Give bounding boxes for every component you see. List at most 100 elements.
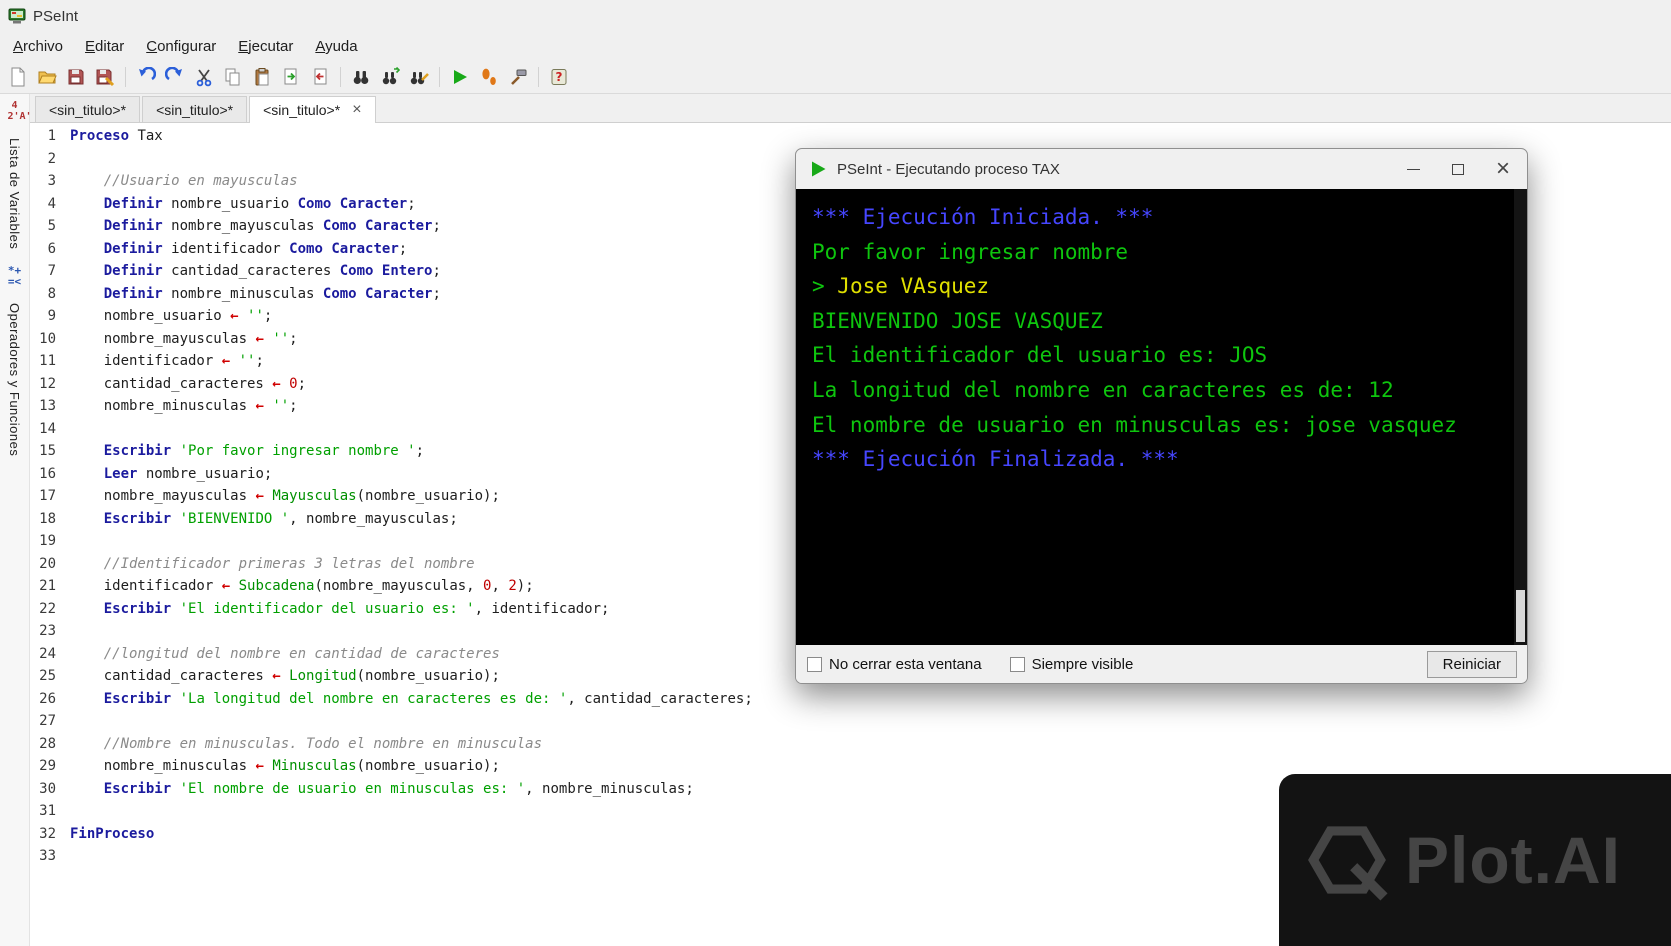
terminal-lines: *** Ejecución Iniciada. *** Por favor ing… [812, 200, 1511, 477]
tab-3[interactable]: <sin_titulo>* × [249, 96, 376, 123]
menu-item-archivo[interactable]: Archivo [2, 34, 74, 59]
new-file-icon[interactable] [5, 64, 31, 90]
line-number: 23 [39, 623, 56, 639]
line-number: 9 [47, 308, 56, 324]
comment-icon[interactable] [278, 64, 304, 90]
save-file-icon[interactable] [63, 64, 89, 90]
line-number: 7 [47, 263, 56, 279]
line-number: 22 [39, 600, 56, 617]
menu-item-ejecutar[interactable]: Ejecutar [227, 34, 304, 59]
code-text: Leer nombre_usuario; [103, 465, 273, 482]
restart-button[interactable]: Reiniciar [1426, 650, 1517, 678]
line-number: 1 [47, 128, 56, 144]
operators-panel-icon[interactable]: *+=< [8, 265, 22, 287]
sidebar-item-operadores-y-funciones[interactable]: Operadores y Funciones [7, 303, 22, 456]
line-number: 29 [39, 758, 56, 774]
code-text: Escribir 'Por favor ingresar nombre '; [103, 443, 425, 459]
line-number: 27 [39, 713, 56, 729]
line-number: 3 [47, 173, 56, 189]
code-text: //longitud del nombre en cantidad de car… [70, 645, 500, 662]
checkbox-option-2: Siempre visible [1009, 656, 1133, 673]
terminal-scrollbar-thumb[interactable] [1516, 590, 1525, 642]
terminal-output[interactable]: *** Ejecución Iniciada. *** Por favor ing… [796, 189, 1527, 645]
watermark-text: Plot.AI [1405, 823, 1621, 897]
tab-1[interactable]: <sin_titulo>* [35, 96, 141, 122]
maximize-icon [1452, 163, 1464, 175]
tab-label: <sin_titulo>* [156, 102, 234, 118]
execution-window-titlebar[interactable]: PSeInt - Ejecutando proceso TAX × [796, 149, 1527, 189]
replace-icon[interactable] [406, 64, 432, 90]
line-number: 2 [47, 150, 56, 167]
pseint-logo-icon [8, 7, 26, 25]
find-next-icon[interactable] [377, 64, 403, 90]
execution-window-title: PSeInt - Ejecutando proceso TAX [837, 160, 1060, 178]
menu-item-editar[interactable]: Editar [74, 34, 135, 59]
code-line[interactable]: 1 Proceso Tax [30, 125, 1671, 148]
code-text: Definir cantidad_caracteres Como Entero; [103, 263, 441, 279]
menu-bar: Archivo Editar Configurar Ejecutar Ayuda [0, 32, 1671, 60]
cut-icon[interactable] [191, 64, 217, 90]
line-number: 8 [47, 285, 56, 302]
step-execution-icon[interactable] [476, 64, 502, 90]
menu-item-ayuda[interactable]: Ayuda [304, 34, 368, 59]
line-number: 13 [39, 398, 56, 414]
flowchart-tools-icon[interactable] [505, 64, 531, 90]
execution-window-footer: No cerrar esta ventana Siempre visible Re… [796, 645, 1527, 683]
maximize-button[interactable] [1440, 154, 1476, 184]
code-text: cantidad_caracteres ← Longitud(nombre_us… [70, 668, 500, 684]
line-number: 16 [39, 465, 56, 482]
sidebar-item-lista-de-variables[interactable]: Lista de Variables [7, 138, 22, 249]
code-text: //Identificador primeras 3 letras del no… [70, 555, 475, 572]
side-panel-strip: 42'A'¿? Lista de Variables *+=< Operador… [0, 94, 44, 946]
redo-icon[interactable] [162, 64, 188, 90]
terminal-line: > Jose VAsquez [812, 274, 990, 299]
line-number: 18 [39, 510, 56, 527]
minimize-button[interactable] [1395, 154, 1431, 184]
line-number: 24 [39, 645, 56, 662]
line-number: 12 [39, 375, 56, 392]
paste-icon[interactable] [249, 64, 275, 90]
undo-icon[interactable] [133, 64, 159, 90]
open-file-icon[interactable] [34, 64, 60, 90]
run-icon[interactable] [447, 64, 473, 90]
copy-icon[interactable] [220, 64, 246, 90]
line-number: 6 [47, 240, 56, 257]
save-as-icon[interactable] [92, 64, 118, 90]
line-number: 21 [39, 578, 56, 594]
code-text: Escribir 'BIENVENIDO ', nombre_mayuscula… [103, 510, 458, 527]
code-line[interactable]: 26 Escribir 'La longitud del nombre en c… [30, 688, 1671, 711]
line-number: 10 [39, 330, 56, 347]
close-button[interactable]: × [1485, 154, 1521, 184]
execution-window[interactable]: PSeInt - Ejecutando proceso TAX × *** Ej… [795, 148, 1528, 684]
line-number: 20 [39, 555, 56, 572]
menu-item-configurar[interactable]: Configurar [135, 34, 227, 59]
line-number: 28 [39, 735, 56, 752]
variables-panel-icon[interactable]: 42'A'¿? [8, 100, 44, 122]
terminal-line: Por favor ingresar nombre [812, 239, 1129, 264]
checkbox-option-1: No cerrar esta ventana [807, 656, 982, 673]
code-line[interactable]: 27 [30, 710, 1671, 733]
toolbar-separator [439, 66, 440, 87]
code-text: //Nombre en minusculas. Todo el nombre e… [70, 735, 543, 752]
code-text: Escribir 'El nombre de usuario en minusc… [103, 780, 694, 797]
tab-close-icon[interactable]: × [352, 102, 361, 118]
help-icon[interactable]: ? [546, 64, 572, 90]
code-text: Definir nombre_minusculas Como Caracter; [103, 285, 441, 302]
checkbox-2[interactable] [1009, 656, 1025, 672]
find-icon[interactable] [348, 64, 374, 90]
code-line[interactable]: 28 //Nombre en minusculas. Todo el nombr… [30, 733, 1671, 756]
checkbox-1[interactable] [807, 656, 822, 672]
toolbar: ? [0, 60, 1671, 94]
code-text: Definir identificador Como Caracter; [103, 240, 408, 257]
svg-text:?: ? [556, 70, 563, 84]
tab-2[interactable]: <sin_titulo>* [142, 96, 248, 122]
line-number: 19 [39, 533, 56, 549]
terminal-line: El nombre de usuario en minusculas es: j… [812, 412, 1457, 437]
line-number: 17 [39, 488, 56, 504]
code-text: Definir nombre_usuario Como Caracter; [103, 195, 416, 212]
uncomment-icon[interactable] [307, 64, 333, 90]
close-icon: × [1495, 155, 1510, 182]
terminal-scrollbar[interactable] [1514, 189, 1527, 645]
